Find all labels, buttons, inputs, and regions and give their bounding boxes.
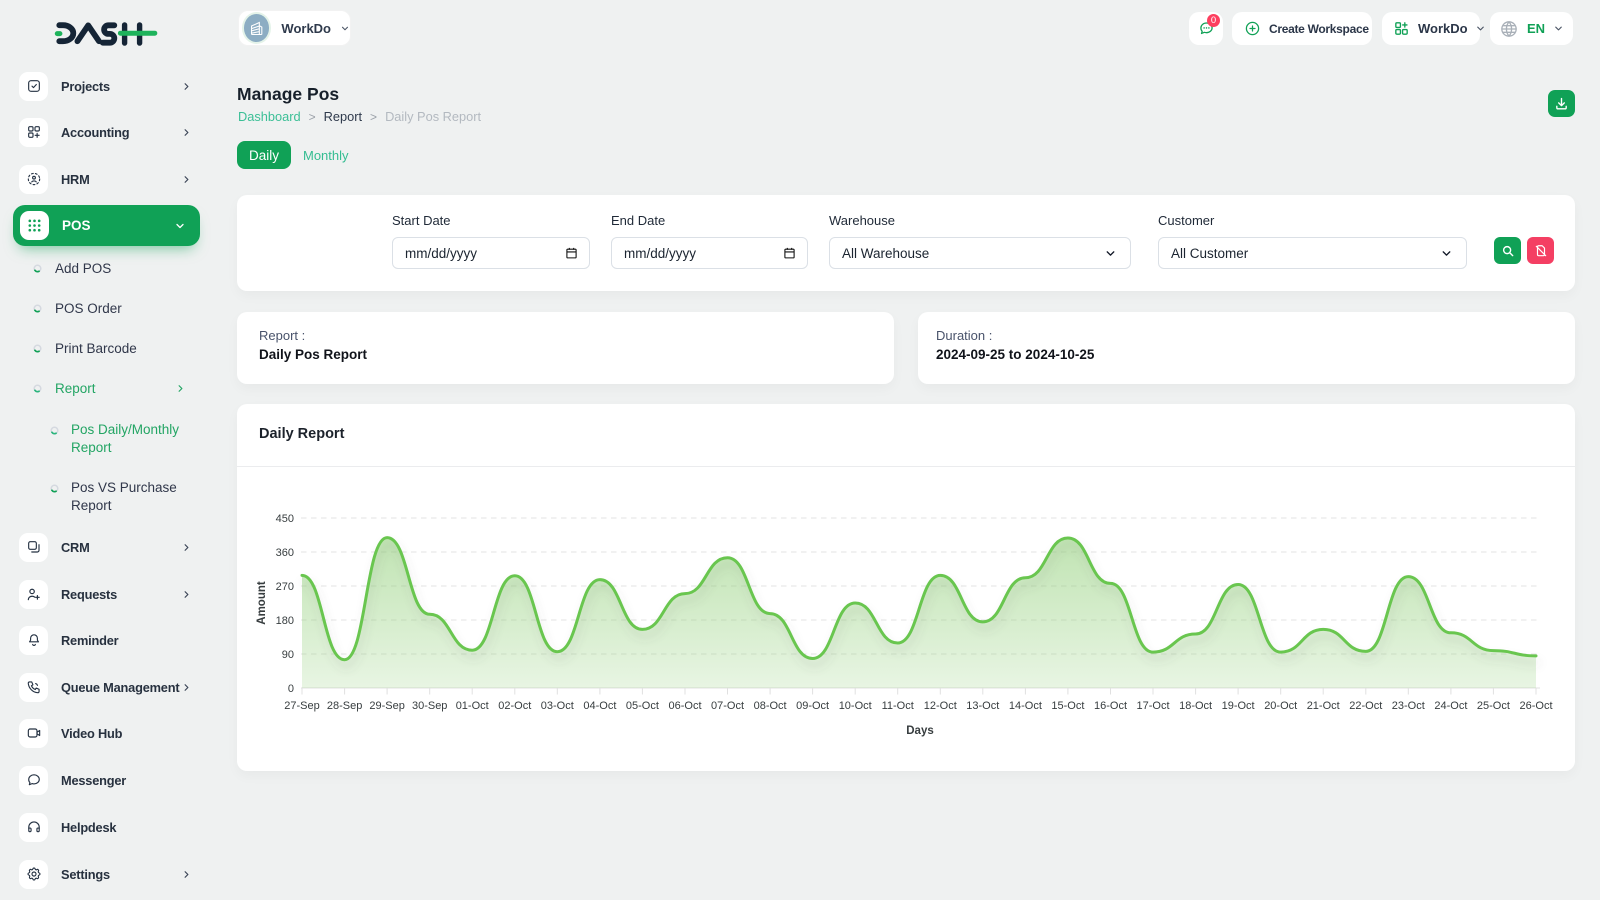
svg-text:29-Sep: 29-Sep xyxy=(369,700,404,712)
svg-text:20-Oct: 20-Oct xyxy=(1264,700,1297,712)
svg-text:10-Oct: 10-Oct xyxy=(839,700,872,712)
svg-text:04-Oct: 04-Oct xyxy=(583,700,616,712)
svg-text:26-Oct: 26-Oct xyxy=(1519,700,1552,712)
svg-text:23-Oct: 23-Oct xyxy=(1392,700,1425,712)
svg-text:450: 450 xyxy=(276,513,294,525)
svg-text:28-Sep: 28-Sep xyxy=(327,700,362,712)
svg-text:270: 270 xyxy=(276,581,294,593)
svg-text:14-Oct: 14-Oct xyxy=(1009,700,1042,712)
svg-text:180: 180 xyxy=(276,615,294,627)
svg-text:06-Oct: 06-Oct xyxy=(668,700,701,712)
svg-text:02-Oct: 02-Oct xyxy=(498,700,531,712)
svg-text:01-Oct: 01-Oct xyxy=(456,700,489,712)
svg-text:90: 90 xyxy=(282,649,294,661)
svg-text:Amount: Amount xyxy=(256,581,268,625)
svg-text:24-Oct: 24-Oct xyxy=(1434,700,1467,712)
svg-text:09-Oct: 09-Oct xyxy=(796,700,829,712)
svg-text:0: 0 xyxy=(288,683,294,695)
svg-text:25-Oct: 25-Oct xyxy=(1477,700,1510,712)
svg-text:13-Oct: 13-Oct xyxy=(966,700,999,712)
svg-text:30-Sep: 30-Sep xyxy=(412,700,447,712)
svg-text:17-Oct: 17-Oct xyxy=(1136,700,1169,712)
svg-text:08-Oct: 08-Oct xyxy=(754,700,787,712)
svg-text:07-Oct: 07-Oct xyxy=(711,700,744,712)
svg-text:11-Oct: 11-Oct xyxy=(882,700,914,712)
svg-text:16-Oct: 16-Oct xyxy=(1094,700,1127,712)
svg-text:03-Oct: 03-Oct xyxy=(541,700,574,712)
svg-text:Days: Days xyxy=(906,725,934,737)
svg-text:21-Oct: 21-Oct xyxy=(1307,700,1340,712)
svg-text:05-Oct: 05-Oct xyxy=(626,700,659,712)
svg-text:12-Oct: 12-Oct xyxy=(924,700,957,712)
svg-text:15-Oct: 15-Oct xyxy=(1051,700,1084,712)
svg-text:22-Oct: 22-Oct xyxy=(1349,700,1382,712)
svg-text:18-Oct: 18-Oct xyxy=(1179,700,1212,712)
svg-text:27-Sep: 27-Sep xyxy=(284,700,319,712)
svg-text:360: 360 xyxy=(276,547,294,559)
svg-text:19-Oct: 19-Oct xyxy=(1222,700,1255,712)
